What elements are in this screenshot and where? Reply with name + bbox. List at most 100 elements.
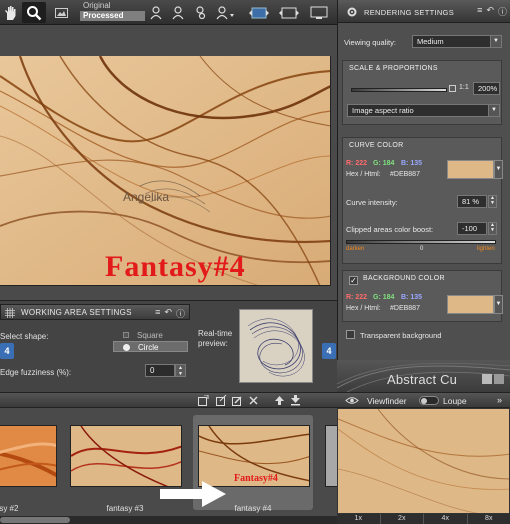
curve-intensity-input[interactable]: 81 % (457, 195, 487, 208)
app-logo-area: Abstract Cu (337, 360, 510, 392)
user-menu-icon[interactable] (214, 2, 238, 23)
aspect-ratio-dropdown[interactable]: Image aspect ratio ▼ (347, 104, 500, 117)
rendering-settings-header: RENDERING SETTINGS ≡ ↶ ⓘ (338, 0, 510, 23)
chevron-down-icon: ▼ (490, 36, 501, 47)
thumbnail-image: Fantasy#4 (198, 425, 310, 487)
delete-icon[interactable] (248, 395, 259, 406)
thumbnail-image (0, 425, 57, 487)
darken-label: darken (346, 246, 365, 252)
rendering-settings-panel: RENDERING SETTINGS ≡ ↶ ⓘ Viewing quality… (337, 0, 510, 360)
background-color-title: BACKGROUND COLOR (363, 275, 445, 282)
square-icon (123, 332, 129, 338)
chevron-down-icon[interactable]: ▼ (494, 160, 503, 179)
viewfinder-view[interactable] (337, 408, 510, 514)
download-icon[interactable] (290, 395, 301, 406)
reset-icon[interactable]: ↶ (486, 5, 494, 18)
working-area-title: WORKING AREA SETTINGS (21, 308, 132, 317)
new-image-icon[interactable] (198, 395, 209, 406)
curve-hex-label: Hex / Html: (346, 171, 381, 178)
select-shape-label: Select shape: (0, 332, 49, 341)
scale-proportions-title: SCALE & PROPORTIONS (349, 65, 438, 72)
clipped-boost-input[interactable]: -100 (457, 222, 487, 235)
canvas-area[interactable]: Angelika Fantasy#4 (0, 25, 337, 300)
hand-tool-icon[interactable] (2, 2, 20, 23)
add-user-icon[interactable] (148, 2, 164, 23)
curve-blue-value: B: 135 (401, 160, 423, 167)
view-mode-toggle[interactable]: Original Processed (80, 1, 145, 23)
menu-icon[interactable]: ≡ (477, 5, 482, 18)
viewing-quality-value: Medium (417, 37, 444, 46)
scrollbar-thumb[interactable] (0, 517, 70, 523)
loupe-label[interactable]: Loupe (443, 396, 467, 406)
edge-fuzziness-label: Edge fuzziness (%): (0, 368, 72, 377)
fit-screen-icon[interactable] (276, 2, 302, 23)
background-color-swatch[interactable] (447, 295, 494, 314)
edit-icon[interactable] (232, 395, 243, 406)
clipped-boost-stepper[interactable]: ▲ ▼ (488, 222, 497, 235)
viewfinder-label[interactable]: Viewfinder (367, 396, 407, 406)
curve-intensity-stepper[interactable]: ▲ ▼ (488, 195, 497, 208)
thumbnail-image (70, 425, 182, 487)
step-badge: 4 (322, 343, 336, 359)
bg-hex-value: #DEB887 (390, 305, 420, 312)
background-color-checkbox[interactable]: ✓ (349, 276, 358, 285)
fit-box-icon[interactable] (449, 85, 456, 92)
thumbnail-item[interactable]: fantasy #2 (0, 415, 60, 513)
curve-hex-value: #DEB887 (390, 171, 420, 178)
scale-value-input[interactable]: 200% (473, 82, 500, 95)
chevron-down-icon[interactable]: ▼ (494, 295, 503, 314)
scale-proportions-section: SCALE & PROPORTIONS 1:1 200% Image aspec… (342, 60, 502, 125)
artwork-title-text: Fantasy#4 (105, 250, 246, 283)
shape-option-label: Circle (138, 343, 159, 352)
curve-color-title: CURVE COLOR (349, 142, 404, 149)
thumbnails-strip: fantasy #2 fantasy #3 Fantasy#4 fantasy … (0, 408, 437, 516)
artwork-canvas[interactable]: Angelika Fantasy#4 (0, 56, 331, 286)
menu-icon[interactable]: ≡ (155, 307, 160, 320)
zoom-4x-button[interactable]: 4x (424, 514, 468, 524)
thumbnails-scrollbar[interactable] (0, 516, 337, 524)
info-icon[interactable]: ⓘ (176, 307, 185, 320)
app-logo-text: Abstract Cu (387, 372, 458, 387)
fit-width-icon[interactable] (246, 2, 272, 23)
shape-option-square[interactable]: Square (113, 330, 188, 341)
view-original-option[interactable]: Original (80, 1, 145, 11)
scale-slider[interactable] (351, 88, 447, 92)
edge-fuzziness-stepper[interactable]: ▲ ▼ (175, 364, 186, 377)
shape-selector[interactable]: Square Circle (113, 330, 188, 352)
transparent-background-checkbox[interactable] (346, 330, 355, 339)
grid-icon (5, 308, 15, 318)
background-color-section: ✓ BACKGROUND COLOR R: 222 G: 184 B: 135 … (342, 270, 503, 322)
zoom-level-bar: 1x 2x 4x 8x (337, 514, 510, 524)
remove-user-icon[interactable] (170, 2, 186, 23)
edge-fuzziness-input[interactable]: 0 (145, 364, 175, 377)
viewfinder-loupe-toggle[interactable] (419, 396, 439, 405)
zoom-2x-button[interactable]: 2x (381, 514, 424, 524)
viewing-quality-label: Viewing quality: (344, 38, 396, 47)
image-view-icon[interactable] (52, 2, 70, 23)
shape-option-circle[interactable]: Circle (113, 341, 188, 352)
reset-icon[interactable]: ↶ (164, 307, 172, 320)
fullscreen-icon[interactable] (306, 2, 332, 23)
working-area-panel: WORKING AREA SETTINGS ≡ ↶ ⓘ Select shape… (0, 300, 337, 392)
circle-icon (123, 344, 130, 351)
lighten-label: lighten (477, 246, 495, 252)
viewfinder-image (338, 409, 509, 513)
zoom-tool-icon[interactable] (22, 2, 46, 23)
curve-color-swatch[interactable] (447, 160, 494, 179)
view-processed-option[interactable]: Processed (80, 11, 145, 21)
clipped-boost-slider[interactable] (346, 240, 496, 244)
user-settings-icon[interactable] (192, 2, 208, 23)
bg-red-value: R: 222 (346, 294, 368, 301)
zoom-8x-button[interactable]: 8x (468, 514, 510, 524)
info-icon[interactable]: ⓘ (498, 5, 507, 18)
arrow-pointer-icon (160, 481, 226, 507)
viewing-quality-dropdown[interactable]: Medium ▼ (412, 35, 502, 48)
working-area-header: WORKING AREA SETTINGS ≡ ↶ ⓘ (0, 304, 190, 320)
bg-green-value: G: 184 (373, 294, 395, 301)
export-icon[interactable] (216, 395, 227, 406)
zoom-1x-button[interactable]: 1x (337, 514, 381, 524)
move-up-icon[interactable] (274, 395, 285, 406)
expand-icon[interactable]: » (497, 395, 502, 405)
cubes-logo-icon (482, 374, 504, 384)
thumbnail-caption: fantasy #2 (0, 504, 19, 513)
